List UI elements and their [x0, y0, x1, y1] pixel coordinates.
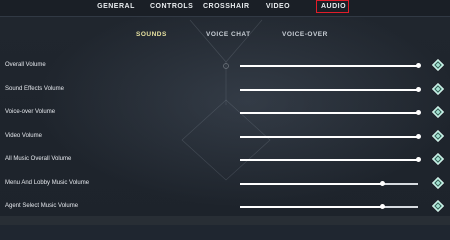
diamond-reset-icon[interactable]: [432, 153, 444, 165]
diamond-reset-icon[interactable]: [432, 59, 444, 71]
setting-label: Video Volume: [5, 132, 42, 139]
setting-label: Sound Effects Volume: [5, 85, 64, 92]
setting-row: Sound Effects Volume: [0, 78, 450, 102]
tab-video[interactable]: VIDEO: [263, 0, 293, 15]
slider-thumb[interactable]: [379, 204, 385, 209]
setting-row: Menu And Lobby Music Volume: [0, 172, 450, 196]
slider-fill: [240, 135, 418, 138]
tab-crosshair[interactable]: CROSSHAIR: [203, 0, 249, 15]
setting-label: Overall Volume: [5, 62, 46, 68]
slider-fill: [240, 182, 383, 185]
slider-thumb[interactable]: [379, 180, 385, 186]
slider-fill: [240, 112, 418, 114]
slider-thumb[interactable]: [415, 110, 421, 115]
setting-row: Overall Volume: [0, 54, 450, 78]
slider-fill: [240, 159, 418, 161]
volume-slider[interactable]: [240, 204, 418, 209]
subtab-voice-chat[interactable]: VOICE CHAT: [206, 31, 251, 38]
setting-label: Menu And Lobby Music Volume: [5, 179, 90, 186]
setting-label: Voice-over Volume: [5, 109, 56, 115]
slider-fill: [240, 206, 383, 208]
slider-thumb[interactable]: [415, 157, 421, 162]
tab-controls[interactable]: CONTROLS: [150, 0, 193, 15]
slider-fill: [240, 65, 418, 67]
tab-audio[interactable]: AUDIO: [316, 0, 349, 13]
slider-thumb[interactable]: [415, 86, 421, 92]
setting-row: Voice-over Volume: [0, 101, 450, 125]
volume-slider[interactable]: [240, 86, 421, 92]
subtab-voice-over[interactable]: VOICE-OVER: [282, 31, 328, 38]
bottom-scroll-area: [0, 216, 450, 225]
subtab-sounds[interactable]: SOUNDS: [136, 31, 167, 38]
volume-slider[interactable]: [240, 157, 421, 162]
diamond-reset-icon[interactable]: [432, 200, 444, 212]
slider-thumb[interactable]: [415, 133, 421, 139]
volume-slider[interactable]: [240, 180, 418, 186]
top-nav-bar: GENERAL CONTROLS CROSSHAIR VIDEO AUDIO: [0, 0, 450, 17]
setting-label: Agent Select Music Volume: [5, 203, 79, 209]
volume-slider[interactable]: [240, 133, 421, 139]
diamond-reset-icon[interactable]: [432, 82, 444, 95]
setting-row: All Music Overall Volume: [0, 148, 450, 172]
setting-row: Video Volume: [0, 125, 450, 149]
tab-general[interactable]: GENERAL: [96, 0, 136, 15]
setting-label: All Music Overall Volume: [5, 156, 72, 162]
diamond-reset-icon[interactable]: [432, 106, 444, 118]
slider-fill: [240, 88, 418, 91]
slider-thumb[interactable]: [415, 63, 421, 68]
volume-slider[interactable]: [240, 63, 421, 68]
diamond-reset-icon[interactable]: [432, 176, 444, 189]
diamond-reset-icon[interactable]: [432, 129, 444, 142]
volume-slider[interactable]: [240, 110, 421, 115]
